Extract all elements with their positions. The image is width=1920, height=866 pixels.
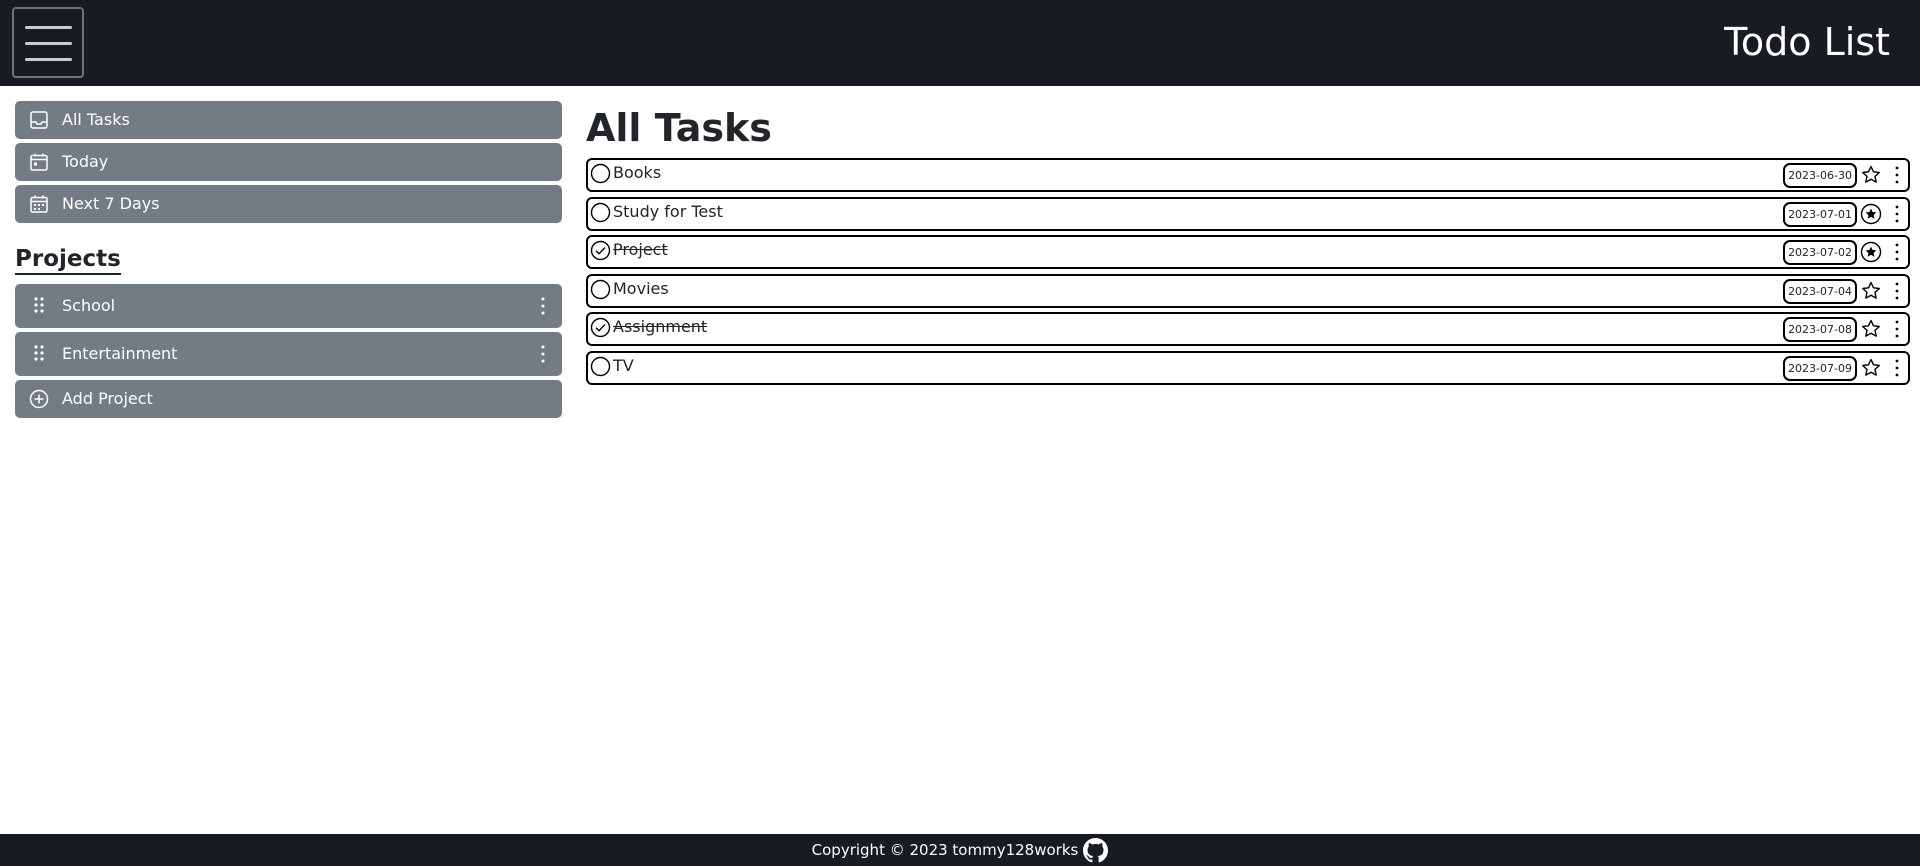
github-icon[interactable] — [1083, 837, 1109, 863]
task-due-date[interactable]: 2023-06-30 — [1783, 163, 1857, 188]
task-name: TV — [613, 355, 634, 375]
circle-icon[interactable] — [590, 163, 611, 184]
task-name: Books — [613, 163, 662, 182]
task-row[interactable]: TV 2023-07-09 — [586, 350, 1910, 385]
task-row[interactable]: Movies 2023-07-04 — [586, 273, 1910, 308]
app-header: Todo List — [0, 0, 1920, 86]
more-vertical-icon[interactable] — [1892, 281, 1902, 301]
circle-icon[interactable] — [590, 356, 611, 377]
task-name: Movies — [613, 278, 669, 298]
more-vertical-icon[interactable] — [538, 296, 548, 316]
task-row[interactable]: Project 2023-07-02 — [586, 235, 1910, 269]
star-icon[interactable] — [1860, 280, 1882, 302]
page-title: All Tasks — [586, 106, 772, 150]
more-vertical-icon[interactable] — [1892, 358, 1902, 378]
footer: Copyright © 2023 tommy128works — [0, 834, 1920, 866]
circle-icon[interactable] — [590, 202, 611, 223]
more-vertical-icon[interactable] — [1892, 242, 1902, 262]
star-filled-icon[interactable] — [1860, 203, 1882, 225]
sidebar-item-today[interactable]: Today — [15, 143, 562, 181]
task-due-date[interactable]: 2023-07-02 — [1783, 240, 1857, 265]
task-name: Study for Test — [613, 201, 723, 221]
sidebar-project-school[interactable]: School — [15, 284, 562, 328]
check-circle-icon[interactable] — [590, 317, 611, 338]
project-label: Entertainment — [62, 344, 178, 363]
add-project-label: Add Project — [62, 389, 153, 408]
task-name: Project — [613, 240, 668, 259]
circle-icon[interactable] — [590, 279, 611, 300]
sidebar-item-label: Next 7 Days — [62, 194, 160, 213]
task-row[interactable]: Assignment 2023-07-08 — [586, 312, 1910, 346]
hamburger-icon-line — [25, 58, 72, 61]
more-vertical-icon[interactable] — [538, 344, 548, 364]
sidebar-item-all-tasks[interactable]: All Tasks — [15, 101, 562, 139]
inbox-icon — [30, 111, 48, 129]
plus-circle-icon — [29, 389, 49, 409]
task-due-date[interactable]: 2023-07-01 — [1783, 201, 1857, 227]
task-due-date[interactable]: 2023-07-09 — [1783, 355, 1857, 381]
calendar-week-icon — [30, 195, 48, 213]
calendar-today-icon — [30, 153, 48, 171]
sidebar-item-label: All Tasks — [62, 110, 130, 129]
star-icon[interactable] — [1860, 357, 1882, 379]
sidebar-item-label: Today — [62, 152, 109, 171]
add-project-button[interactable]: Add Project — [15, 380, 562, 418]
check-circle-icon[interactable] — [590, 240, 611, 261]
app-title: Todo List — [1724, 20, 1890, 64]
more-vertical-icon[interactable] — [1892, 165, 1902, 185]
hamburger-icon-line — [25, 26, 72, 29]
sidebar-item-next-7-days[interactable]: Next 7 Days — [15, 185, 562, 223]
task-due-date[interactable]: 2023-07-08 — [1783, 317, 1857, 342]
sidebar: All Tasks Today Next 7 Days Projects Sch… — [15, 101, 562, 422]
more-vertical-icon[interactable] — [1892, 319, 1902, 339]
hamburger-icon-line — [25, 42, 72, 45]
task-due-date[interactable]: 2023-07-04 — [1783, 278, 1857, 304]
task-row[interactable]: Books 2023-06-30 — [586, 158, 1910, 192]
copyright-text: Copyright © 2023 tommy128works — [811, 841, 1079, 859]
drag-handle-icon[interactable] — [29, 343, 49, 363]
star-icon[interactable] — [1860, 164, 1882, 186]
main-content: All Tasks Books 2023-06-30 Study for Test 2… — [586, 104, 1910, 389]
menu-toggle-button[interactable] — [12, 7, 84, 78]
task-row[interactable]: Study for Test 2023-07-01 — [586, 196, 1910, 231]
task-list: Books 2023-06-30 Study for Test 2023-07-01 P… — [586, 158, 1910, 385]
projects-heading: Projects — [15, 245, 121, 275]
project-label: School — [62, 296, 116, 315]
task-name: Assignment — [613, 317, 708, 336]
drag-handle-icon[interactable] — [29, 295, 49, 315]
sidebar-project-entertainment[interactable]: Entertainment — [15, 332, 562, 376]
more-vertical-icon[interactable] — [1892, 204, 1902, 224]
star-icon[interactable] — [1860, 318, 1882, 340]
star-filled-icon[interactable] — [1860, 241, 1882, 263]
